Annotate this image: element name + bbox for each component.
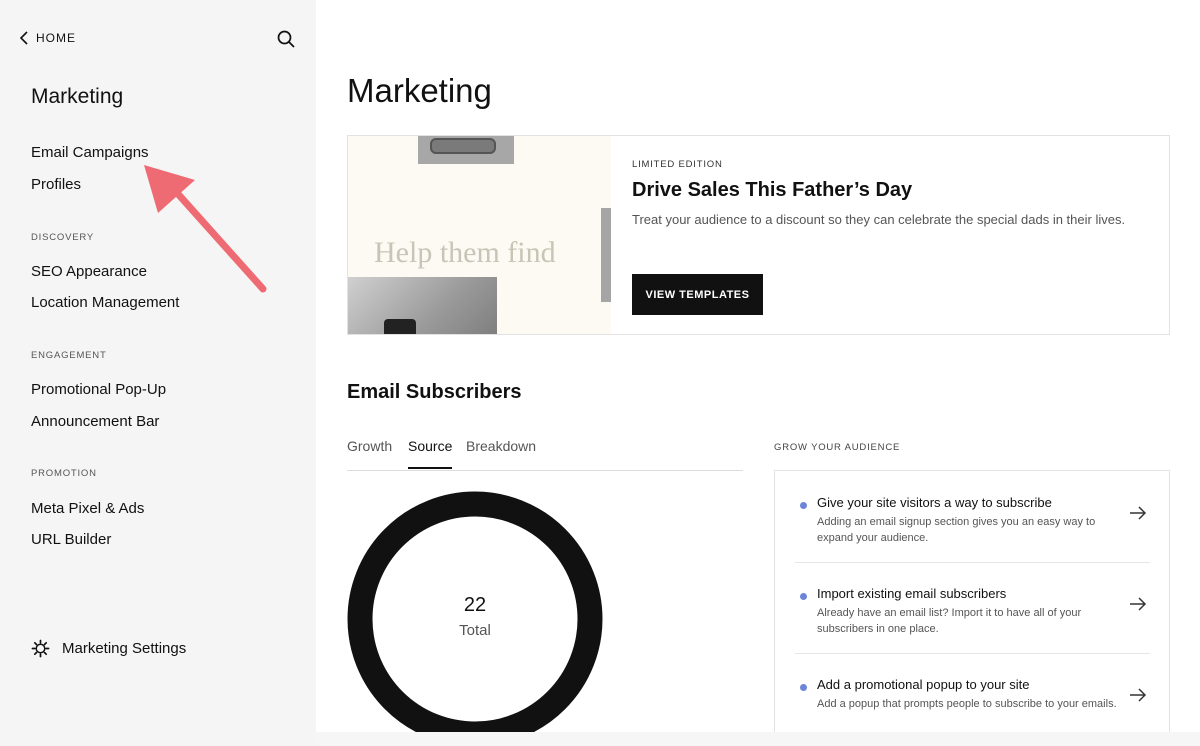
donut-total-value: 22	[463, 594, 487, 616]
grow-item-import[interactable]: Import existing email subscribers Alread…	[795, 584, 1150, 674]
promo-image-strip	[601, 208, 611, 302]
tab-breakdown[interactable]: Breakdown	[466, 438, 536, 467]
annotation-arrow-icon	[144, 165, 267, 293]
section-label-discovery: DISCOVERY	[31, 232, 94, 243]
promo-image-photo	[348, 277, 497, 334]
sidebar-title: Marketing	[31, 85, 124, 108]
sidebar-item-meta-pixel-ads[interactable]: Meta Pixel & Ads	[31, 500, 144, 517]
sidebar-item-seo-appearance[interactable]: SEO Appearance	[31, 263, 147, 280]
promo-image-text: Help them find	[374, 236, 556, 269]
home-link[interactable]: HOME	[18, 30, 76, 46]
sidebar-item-location-management[interactable]: Location Management	[31, 294, 179, 311]
bullet-dot-icon	[800, 502, 807, 509]
grow-item-subscribe[interactable]: Give your site visitors a way to subscri…	[795, 493, 1150, 583]
grow-item-desc: Already have an email list? Import it to…	[817, 607, 1082, 635]
search-icon[interactable]	[276, 29, 296, 49]
chevron-left-icon	[19, 31, 28, 45]
donut-total-label: Total	[459, 622, 491, 639]
arrow-right-icon	[1130, 597, 1147, 611]
tab-source[interactable]: Source	[408, 438, 453, 469]
marketing-settings-button[interactable]: Marketing Settings	[31, 639, 186, 658]
email-subscribers-title: Email Subscribers	[347, 381, 522, 403]
grow-item-title: Import existing email subscribers	[817, 586, 1007, 601]
divider	[795, 562, 1150, 563]
tab-growth[interactable]: Growth	[347, 438, 392, 467]
promo-card: Help them find LIMITED EDITION Drive Sal…	[347, 135, 1170, 335]
view-templates-button[interactable]: VIEW TEMPLATES	[632, 274, 763, 315]
bullet-dot-icon	[800, 684, 807, 691]
grow-audience-card: Give your site visitors a way to subscri…	[774, 470, 1170, 732]
grow-item-popup[interactable]: Add a promotional popup to your site Add…	[795, 675, 1150, 732]
marketing-settings-label: Marketing Settings	[62, 640, 187, 657]
promo-eyebrow: LIMITED EDITION	[632, 159, 723, 170]
sidebar-item-profiles[interactable]: Profiles	[31, 176, 81, 193]
grow-item-title: Add a promotional popup to your site	[817, 677, 1030, 692]
section-label-promotion: PROMOTION	[31, 468, 97, 479]
home-label: HOME	[36, 31, 76, 45]
donut-ring	[347, 491, 603, 732]
grow-item-desc: Add a popup that prompts people to subsc…	[817, 698, 1117, 710]
grow-item-title: Give your site visitors a way to subscri…	[817, 495, 1052, 510]
section-label-engagement: ENGAGEMENT	[31, 350, 107, 361]
subscriber-tabs: Growth Source Breakdown	[347, 436, 743, 471]
grow-item-desc: Adding an email signup section gives you…	[817, 516, 1096, 544]
arrow-right-icon	[1130, 506, 1147, 520]
promo-heading: Drive Sales This Father’s Day	[632, 179, 913, 201]
promo-body: Treat your audience to a discount so the…	[632, 212, 1126, 227]
divider	[795, 653, 1150, 654]
main-content: Marketing Help them find LIMITED EDITION…	[316, 0, 1200, 732]
sidebar: HOME Marketing Email Campaigns Profiles …	[0, 0, 316, 746]
sidebar-item-url-builder[interactable]: URL Builder	[31, 531, 111, 548]
gear-icon	[31, 639, 50, 658]
sidebar-item-promotional-pop-up[interactable]: Promotional Pop-Up	[31, 381, 166, 398]
promo-image: Help them find	[348, 136, 611, 334]
page-title: Marketing	[347, 72, 492, 109]
bullet-dot-icon	[800, 593, 807, 600]
sidebar-item-announcement-bar[interactable]: Announcement Bar	[31, 413, 159, 430]
sidebar-item-email-campaigns[interactable]: Email Campaigns	[31, 144, 149, 161]
arrow-right-icon	[1130, 688, 1147, 702]
grow-audience-label: GROW YOUR AUDIENCE	[774, 442, 901, 453]
promo-image-product	[418, 136, 514, 164]
